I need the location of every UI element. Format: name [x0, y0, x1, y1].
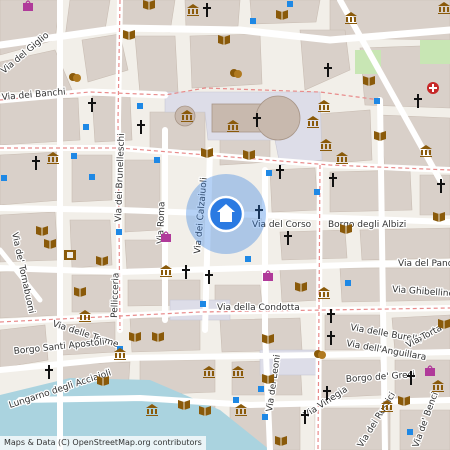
bus-stop-icon[interactable]: [266, 170, 272, 176]
bus-stop-icon[interactable]: [250, 18, 256, 24]
bus-stop-icon[interactable]: [345, 280, 351, 286]
bus-stop-icon[interactable]: [314, 189, 320, 195]
bus-stop-icon[interactable]: [71, 153, 77, 159]
cinema-icon[interactable]: [64, 250, 76, 260]
street-label-pellicceria: Pellicceria: [110, 272, 122, 318]
bus-stop-icon[interactable]: [233, 397, 239, 403]
pharmacy-icon[interactable]: [427, 82, 439, 94]
bus-stop-icon[interactable]: [287, 1, 293, 7]
bus-stop-icon[interactable]: [154, 157, 160, 163]
street-label-albizi: Borgo degli Albizi: [328, 220, 406, 230]
bus-stop-icon[interactable]: [262, 414, 268, 420]
bus-stop-icon[interactable]: [258, 386, 264, 392]
bus-stop-icon[interactable]: [374, 98, 380, 104]
bus-stop-icon[interactable]: [83, 124, 89, 130]
map-view[interactable]: Via del Giglio Via dei Banchi Via dei Br…: [0, 0, 450, 450]
map-canvas[interactable]: Via del Giglio Via dei Banchi Via dei Br…: [0, 0, 450, 450]
bus-stop-icon[interactable]: [200, 301, 206, 307]
bus-stop-icon[interactable]: [245, 256, 251, 262]
bus-stop-icon[interactable]: [137, 103, 143, 109]
street-label-pandolfini: Via del Pand: [398, 259, 450, 269]
bus-stop-icon[interactable]: [1, 175, 7, 181]
street-label-condotta: Via della Condotta: [217, 303, 300, 313]
bus-stop-icon[interactable]: [89, 174, 95, 180]
location-marker[interactable]: [186, 174, 266, 254]
bus-stop-icon[interactable]: [116, 229, 122, 235]
bus-stop-icon[interactable]: [407, 429, 413, 435]
map-attribution[interactable]: Maps & Data (C) OpenStreetMap.org contri…: [0, 436, 206, 450]
